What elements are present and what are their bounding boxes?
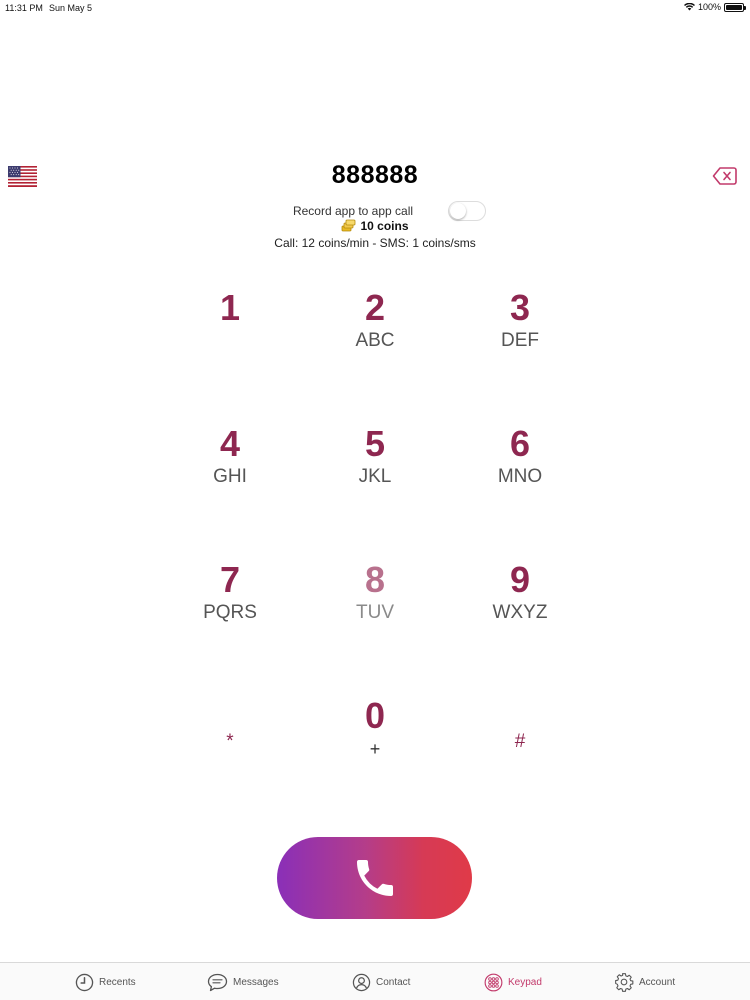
tab-messages[interactable]: Messages bbox=[207, 971, 279, 993]
tab-keypad[interactable]: Keypad bbox=[484, 971, 542, 993]
tab-label: Messages bbox=[233, 976, 279, 988]
key-digit: 4 bbox=[219, 423, 241, 464]
record-call-toggle[interactable] bbox=[448, 201, 486, 221]
tab-label: Account bbox=[639, 976, 676, 988]
status-indicators: 100% bbox=[683, 2, 746, 12]
key-symbol: * bbox=[226, 731, 234, 752]
key-letters: TUV bbox=[356, 602, 394, 623]
status-date: Sun May 5 bbox=[49, 3, 93, 13]
key-digit: 6 bbox=[509, 423, 531, 464]
record-call-row: Record app to app call bbox=[0, 201, 750, 221]
tab-label: Keypad bbox=[508, 976, 542, 988]
key-letters: MNO bbox=[497, 466, 543, 487]
coins-balance: 10 coins bbox=[0, 219, 750, 233]
phone-icon bbox=[356, 860, 393, 896]
battery-percent: 100% bbox=[697, 2, 721, 12]
tab-contact[interactable]: Contact bbox=[352, 971, 410, 993]
tab-bar: Recents Messages Contact Keypad Account bbox=[0, 962, 750, 1000]
key-digit: 0 bbox=[364, 695, 386, 736]
key-digit: 3 bbox=[509, 287, 531, 328]
toggle-knob bbox=[450, 203, 466, 219]
battery-icon bbox=[724, 2, 746, 12]
key-hash[interactable]: # bbox=[448, 696, 592, 796]
key-letters: GHI bbox=[213, 466, 247, 487]
chat-bubble-icon bbox=[207, 973, 228, 991]
key-0[interactable]: 0 + bbox=[303, 696, 447, 796]
key-2[interactable]: 2 ABC bbox=[303, 288, 447, 388]
coins-icon bbox=[342, 219, 356, 232]
key-digit: 9 bbox=[509, 559, 531, 600]
status-time: 11:31 PM bbox=[5, 3, 43, 13]
clock-icon bbox=[75, 973, 94, 991]
key-3[interactable]: 3 DEF bbox=[448, 288, 592, 388]
key-digit: 5 bbox=[364, 423, 386, 464]
keypad-grid-icon bbox=[484, 973, 503, 991]
tab-label: Recents bbox=[99, 976, 136, 988]
call-button[interactable] bbox=[277, 837, 472, 919]
key-star[interactable]: * bbox=[158, 696, 302, 796]
key-letters: ABC bbox=[355, 330, 395, 351]
key-letters: WXYZ bbox=[492, 602, 548, 623]
key-7[interactable]: 7 PQRS bbox=[158, 560, 302, 660]
key-4[interactable]: 4 GHI bbox=[158, 424, 302, 524]
key-digit: 1 bbox=[219, 287, 241, 328]
key-6[interactable]: 6 MNO bbox=[448, 424, 592, 524]
key-letters: JKL bbox=[358, 466, 392, 487]
coins-amount: 10 coins bbox=[360, 219, 409, 233]
call-rates: Call: 12 coins/min - SMS: 1 coins/sms bbox=[274, 236, 476, 250]
backspace-icon[interactable] bbox=[712, 166, 737, 186]
key-digit: 8 bbox=[364, 559, 386, 600]
key-8[interactable]: 8 TUV bbox=[303, 560, 447, 660]
status-bar: 11:31 PM Sun May 5 100% bbox=[0, 0, 750, 16]
key-letters: DEF bbox=[501, 330, 539, 351]
key-1[interactable]: 1 bbox=[158, 288, 302, 388]
tab-account[interactable]: Account bbox=[614, 971, 675, 993]
dialed-number: 888888 bbox=[331, 161, 419, 189]
wifi-icon bbox=[683, 3, 695, 11]
gear-icon bbox=[615, 973, 634, 992]
key-letters: PQRS bbox=[203, 602, 257, 623]
key-digit: 2 bbox=[364, 287, 386, 328]
record-call-label: Record app to app call bbox=[292, 204, 414, 218]
key-plus: + bbox=[369, 739, 381, 759]
key-digit: 7 bbox=[219, 559, 241, 600]
key-symbol: # bbox=[514, 731, 526, 752]
tab-recents[interactable]: Recents bbox=[75, 971, 136, 993]
tab-label: Contact bbox=[376, 976, 411, 988]
key-9[interactable]: 9 WXYZ bbox=[448, 560, 592, 660]
key-5[interactable]: 5 JKL bbox=[303, 424, 447, 524]
person-icon bbox=[352, 973, 371, 991]
